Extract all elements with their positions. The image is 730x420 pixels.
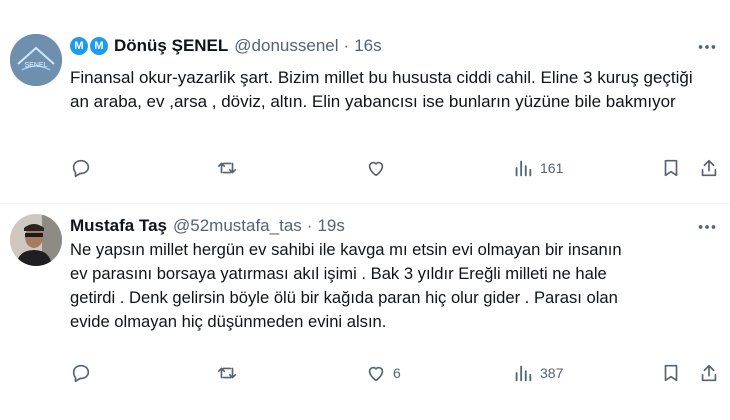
like-button[interactable] <box>365 157 393 179</box>
badge-m-icon: M <box>70 37 88 55</box>
views-button[interactable]: 161 <box>512 157 563 179</box>
avatar[interactable]: ŞENEL <box>10 34 62 86</box>
tweet-2[interactable]: Mustafa Taş @52mustafa_tas · 19s Ne yaps… <box>0 204 730 420</box>
views-icon <box>515 160 532 177</box>
tweet-actions: 6 387 <box>70 362 720 390</box>
avatar-logo: ŞENEL <box>10 34 62 86</box>
tweet-1[interactable]: ŞENEL M M Dönüş ŞENEL @donussenel · 16s … <box>0 0 730 203</box>
tweet-actions: 161 <box>70 157 720 185</box>
bookmark-button[interactable] <box>660 362 682 384</box>
tweet-header: Mustafa Taş @52mustafa_tas · 19s <box>70 216 345 236</box>
retweet-button[interactable] <box>216 157 244 179</box>
like-icon <box>368 161 384 177</box>
views-icon <box>515 365 532 382</box>
user-badges: M M <box>70 37 110 55</box>
bookmark-icon <box>664 159 678 177</box>
avatar[interactable] <box>10 214 62 266</box>
avatar-photo <box>10 214 62 266</box>
reply-button[interactable] <box>70 362 98 384</box>
badge-m-icon: M <box>90 37 108 55</box>
timestamp[interactable]: 19s <box>317 216 344 236</box>
share-icon <box>701 364 717 382</box>
retweet-icon <box>217 367 237 379</box>
reply-button[interactable] <box>70 157 98 179</box>
separator-dot: · <box>343 36 350 55</box>
tweet-text: Finansal okur-yazarlik şart. Bizim mille… <box>70 68 693 111</box>
reply-icon <box>72 364 90 383</box>
separator-dot: · <box>306 216 313 235</box>
display-name[interactable]: Mustafa Taş <box>70 216 167 236</box>
user-handle[interactable]: @donussenel <box>234 36 338 56</box>
like-count: 6 <box>393 365 401 381</box>
more-icon[interactable] <box>696 216 718 243</box>
views-count: 161 <box>540 160 564 176</box>
share-icon <box>701 159 717 177</box>
retweet-button[interactable] <box>216 362 244 384</box>
views-count: 387 <box>540 365 564 381</box>
user-handle[interactable]: @52mustafa_tas <box>173 216 302 236</box>
like-icon <box>368 366 384 382</box>
reply-icon <box>72 159 90 178</box>
more-icon[interactable] <box>696 36 718 63</box>
share-button[interactable] <box>698 157 720 179</box>
retweet-icon <box>217 162 237 174</box>
share-button[interactable] <box>698 362 720 384</box>
views-button[interactable]: 387 <box>512 362 563 384</box>
tweet-header: M M Dönüş ŞENEL @donussenel · 16s <box>70 36 382 56</box>
tweet-text: Ne yapsın millet hergün ev sahibi ile ka… <box>70 240 622 331</box>
like-button[interactable]: 6 <box>365 362 401 384</box>
svg-text:ŞENEL: ŞENEL <box>25 62 48 69</box>
bookmark-icon <box>664 364 678 382</box>
bookmark-button[interactable] <box>660 157 682 179</box>
display-name[interactable]: Dönüş ŞENEL <box>114 36 228 56</box>
timestamp[interactable]: 16s <box>354 36 381 56</box>
